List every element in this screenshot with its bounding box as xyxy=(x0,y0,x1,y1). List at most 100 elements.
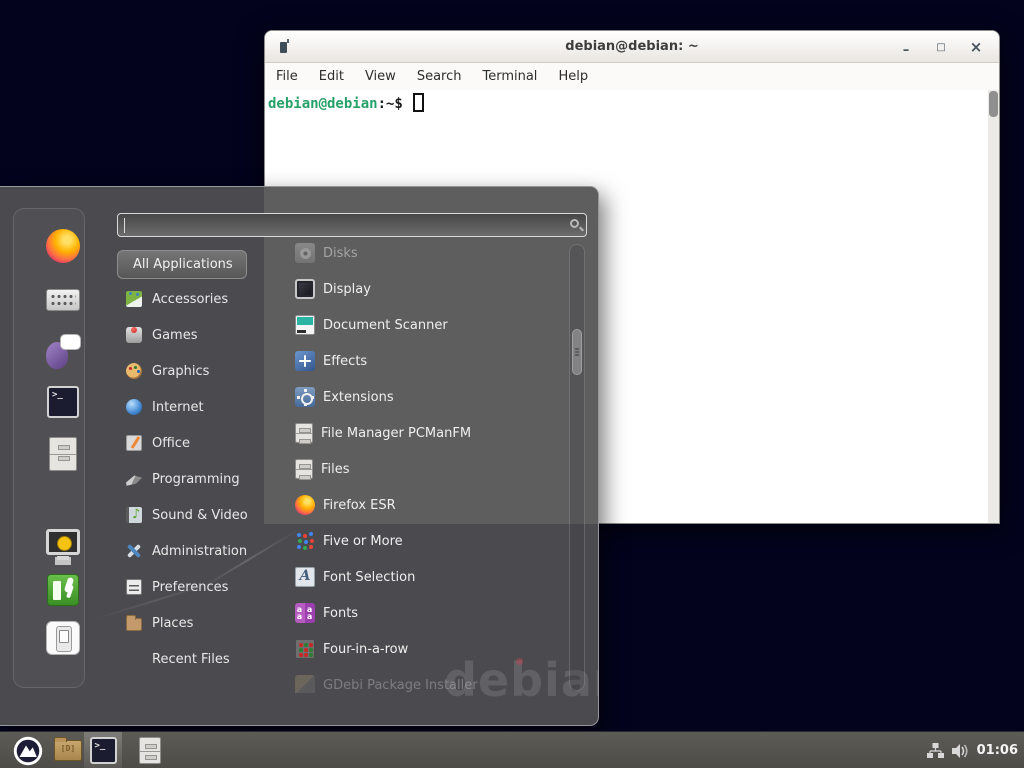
disks-icon xyxy=(295,243,315,263)
app-item-fonts[interactable]: Fonts xyxy=(264,595,564,631)
favorites-panel xyxy=(13,208,85,688)
terminal-titlebar[interactable]: debian@debian: ~ – □ × xyxy=(265,31,999,63)
firefox-icon xyxy=(46,229,80,263)
lock-screen-icon xyxy=(46,529,80,555)
menu-file[interactable]: File xyxy=(276,69,298,84)
terminal-title: debian@debian: ~ xyxy=(265,39,999,54)
network-icon[interactable] xyxy=(927,743,944,758)
favorite-log-out[interactable] xyxy=(45,572,81,608)
graphics-icon xyxy=(126,363,142,379)
favorite-file-manager[interactable] xyxy=(45,436,81,472)
terminal-icon xyxy=(90,737,117,764)
document-scanner-icon xyxy=(295,315,315,335)
sound-video-icon xyxy=(126,507,142,523)
favorite-pidgin-messenger[interactable] xyxy=(45,333,81,369)
app-item-four-in-a-row[interactable]: Four-in-a-row xyxy=(264,631,564,667)
preferences-icon xyxy=(126,579,142,595)
category-list: Accessories Games Graphics Internet Offi… xyxy=(117,281,267,677)
distro-logo-icon xyxy=(13,736,43,766)
app-item-extensions[interactable]: Extensions xyxy=(264,379,564,415)
administration-icon xyxy=(126,543,142,559)
places-icon xyxy=(126,618,142,631)
gdebi-icon xyxy=(295,675,315,693)
favorite-shut-down[interactable] xyxy=(45,620,81,656)
menu-search[interactable]: Search xyxy=(417,69,462,84)
category-programming[interactable]: Programming xyxy=(117,461,267,497)
application-menu: debian All Applications Accessories Game… xyxy=(0,186,599,726)
firefox-icon xyxy=(295,495,315,515)
internet-icon xyxy=(126,399,142,415)
app-item-effects[interactable]: Effects xyxy=(264,343,564,379)
category-preferences[interactable]: Preferences xyxy=(117,569,267,605)
menu-edit[interactable]: Edit xyxy=(319,69,344,84)
accessories-icon xyxy=(126,291,142,307)
app-item-files[interactable]: Files xyxy=(264,451,564,487)
system-tray: 01:06 xyxy=(927,732,1018,768)
taskbar-menu-button[interactable] xyxy=(8,732,48,768)
favorite-firefox[interactable] xyxy=(45,228,81,264)
four-in-a-row-icon xyxy=(295,639,315,659)
application-list: Disks Display Document Scanner Effects E… xyxy=(264,241,564,693)
app-item-disks[interactable]: Disks xyxy=(264,241,564,271)
software-packages-icon xyxy=(46,289,80,311)
app-item-file-manager-pcmanfm[interactable]: File Manager PCManFM xyxy=(264,415,564,451)
terminal-menubar: File Edit View Search Terminal Help xyxy=(265,63,999,90)
taskbar-clock[interactable]: 01:06 xyxy=(977,743,1018,758)
taskbar-terminal-active[interactable] xyxy=(84,732,122,768)
favorite-software-packages[interactable] xyxy=(45,282,81,318)
file-manager-icon xyxy=(295,423,313,443)
folder-icon xyxy=(54,740,82,761)
category-graphics[interactable]: Graphics xyxy=(117,353,267,389)
app-item-display[interactable]: Display xyxy=(264,271,564,307)
window-controls: – □ × xyxy=(895,31,987,63)
app-item-document-scanner[interactable]: Document Scanner xyxy=(264,307,564,343)
desktop: { "terminal": { "title": "debian@debian:… xyxy=(0,0,1024,768)
menu-view[interactable]: View xyxy=(365,69,396,84)
search-icon xyxy=(570,219,579,228)
taskbar-files[interactable] xyxy=(132,732,168,768)
volume-icon[interactable] xyxy=(951,743,970,759)
search-input[interactable] xyxy=(117,213,587,237)
menu-help[interactable]: Help xyxy=(558,69,588,84)
terminal-scrollbar-thumb[interactable] xyxy=(989,91,998,117)
category-places[interactable]: Places xyxy=(117,605,267,641)
category-administration[interactable]: Administration xyxy=(117,533,267,569)
category-games[interactable]: Games xyxy=(117,317,267,353)
category-office[interactable]: Office xyxy=(117,425,267,461)
text-cursor xyxy=(413,93,424,112)
programming-icon xyxy=(126,471,142,487)
category-accessories[interactable]: Accessories xyxy=(117,281,267,317)
close-button[interactable]: × xyxy=(965,36,987,58)
file-cabinet-icon xyxy=(139,737,161,764)
prompt-path: :~$ xyxy=(378,96,403,112)
terminal-scrollbar[interactable] xyxy=(988,90,999,523)
menu-terminal[interactable]: Terminal xyxy=(482,69,537,84)
files-icon xyxy=(295,459,313,479)
app-item-font-selection[interactable]: Font Selection xyxy=(264,559,564,595)
favorite-lock-screen[interactable] xyxy=(45,524,81,560)
shut-down-icon xyxy=(46,621,80,655)
terminal-icon xyxy=(47,386,79,418)
app-item-firefox-esr[interactable]: Firefox ESR xyxy=(264,487,564,523)
category-internet[interactable]: Internet xyxy=(117,389,267,425)
maximize-button[interactable]: □ xyxy=(930,36,952,58)
app-list-scrollbar-thumb[interactable] xyxy=(572,329,582,375)
minimize-button[interactable]: – xyxy=(895,36,917,58)
effects-icon xyxy=(295,351,315,371)
app-list-scrollbar[interactable] xyxy=(569,244,585,691)
favorite-terminal[interactable] xyxy=(45,384,81,420)
file-cabinet-icon xyxy=(49,437,77,471)
taskbar-file-manager[interactable] xyxy=(50,732,86,768)
log-out-icon xyxy=(47,574,79,606)
category-all-applications[interactable]: All Applications xyxy=(117,250,247,279)
category-sound-video[interactable]: Sound & Video xyxy=(117,497,267,533)
category-recent-files[interactable]: Recent Files xyxy=(117,641,267,677)
display-icon xyxy=(295,279,315,299)
five-or-more-icon xyxy=(295,531,315,551)
taskbar: 01:06 xyxy=(0,731,1024,768)
extensions-icon xyxy=(295,387,315,407)
office-icon xyxy=(126,435,142,451)
games-icon xyxy=(126,327,142,343)
app-item-five-or-more[interactable]: Five or More xyxy=(264,523,564,559)
app-item-gdebi-package-installer[interactable]: GDebi Package Installer xyxy=(264,667,564,693)
